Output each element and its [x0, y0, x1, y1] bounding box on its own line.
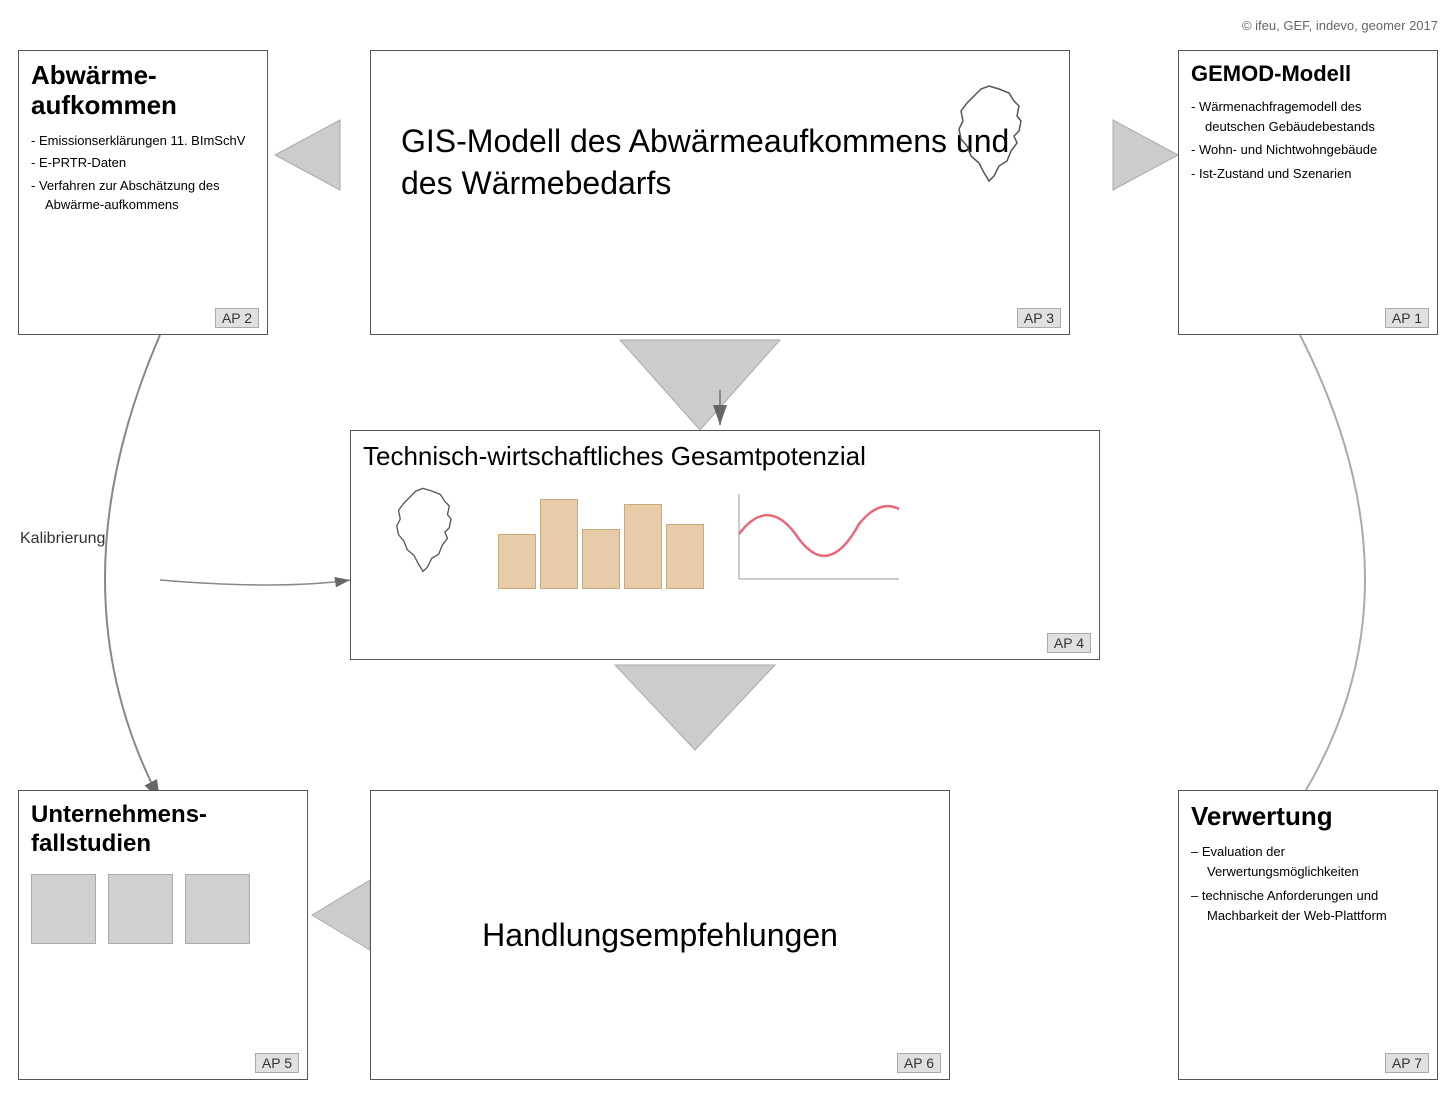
box-gis: GIS-Modell des Abwärmeaufkommens und des…: [370, 50, 1070, 335]
bar-5: [666, 524, 704, 589]
gemod-item-3: Ist-Zustand und Szenarien: [1191, 164, 1425, 184]
unternehmen-title: Unternehmens-fallstudien: [31, 801, 295, 859]
placeholder-1: [31, 874, 96, 944]
box-unternehmen: Unternehmens-fallstudien AP 5: [18, 790, 308, 1080]
placeholder-2: [108, 874, 173, 944]
ap5-label: AP 5: [255, 1053, 299, 1073]
ap1-label: AP 1: [1385, 308, 1429, 328]
abwaerme-item-3: Verfahren zur Abschätzung des Abwärme-au…: [31, 176, 255, 215]
box-handlung: Handlungsempfehlungen AP 6: [370, 790, 950, 1080]
gemod-item-1: Wärmenachfragemodell des deutschen Gebäu…: [1191, 97, 1425, 136]
gesamtpotenzial-content: [363, 484, 1087, 589]
box-verwertung: Verwertung Evaluation der Verwertungsmög…: [1178, 790, 1438, 1080]
box-abwaerme: Abwärme-aufkommen Emissionserklärungen 1…: [18, 50, 268, 335]
kalibrierung-label: Kalibrierung: [20, 530, 105, 548]
gemod-title: GEMOD-Modell: [1191, 61, 1425, 87]
box-gesamtpotenzial: Technisch-wirtschaftliches Gesamtpotenzi…: [350, 430, 1100, 660]
ap2-label: AP 2: [215, 308, 259, 328]
abwaerme-item-1: Emissionserklärungen 11. BImSchV: [31, 131, 255, 151]
placeholder-3: [185, 874, 250, 944]
verwertung-list: Evaluation der Verwertungsmöglichkeiten …: [1191, 842, 1425, 925]
copyright-text: © ifeu, GEF, indevo, geomer 2017: [1242, 18, 1438, 33]
verwertung-item-1: Evaluation der Verwertungsmöglichkeiten: [1191, 842, 1425, 881]
bar-1: [498, 534, 536, 589]
gesamtpotenzial-title: Technisch-wirtschaftliches Gesamtpotenzi…: [363, 441, 1087, 472]
bar-2: [540, 499, 578, 589]
ap7-label: AP 7: [1385, 1053, 1429, 1073]
ap6-label: AP 6: [897, 1053, 941, 1073]
bar-4: [624, 504, 662, 589]
abwaerme-item-2: E-PRTR-Daten: [31, 153, 255, 173]
gemod-list: Wärmenachfragemodell des deutschen Gebäu…: [1191, 97, 1425, 183]
verwertung-item-2: technische Anforderungen und Machbarkeit…: [1191, 886, 1425, 925]
abwaerme-title: Abwärme-aufkommen: [31, 61, 255, 121]
box-gemod: GEMOD-Modell Wärmenachfragemodell des de…: [1178, 50, 1438, 335]
abwaerme-list: Emissionserklärungen 11. BImSchV E-PRTR-…: [31, 131, 255, 215]
ap4-label: AP 4: [1047, 633, 1091, 653]
handlung-title: Handlungsempfehlungen: [482, 917, 838, 954]
bar-3: [582, 529, 620, 589]
placeholder-boxes: [31, 874, 295, 944]
gemod-item-2: Wohn- und Nichtwohngebäude: [1191, 140, 1425, 160]
bar-chart: [493, 489, 709, 589]
verwertung-title: Verwertung: [1191, 801, 1425, 832]
line-chart: [729, 484, 909, 589]
ap3-label: AP 3: [1017, 308, 1061, 328]
